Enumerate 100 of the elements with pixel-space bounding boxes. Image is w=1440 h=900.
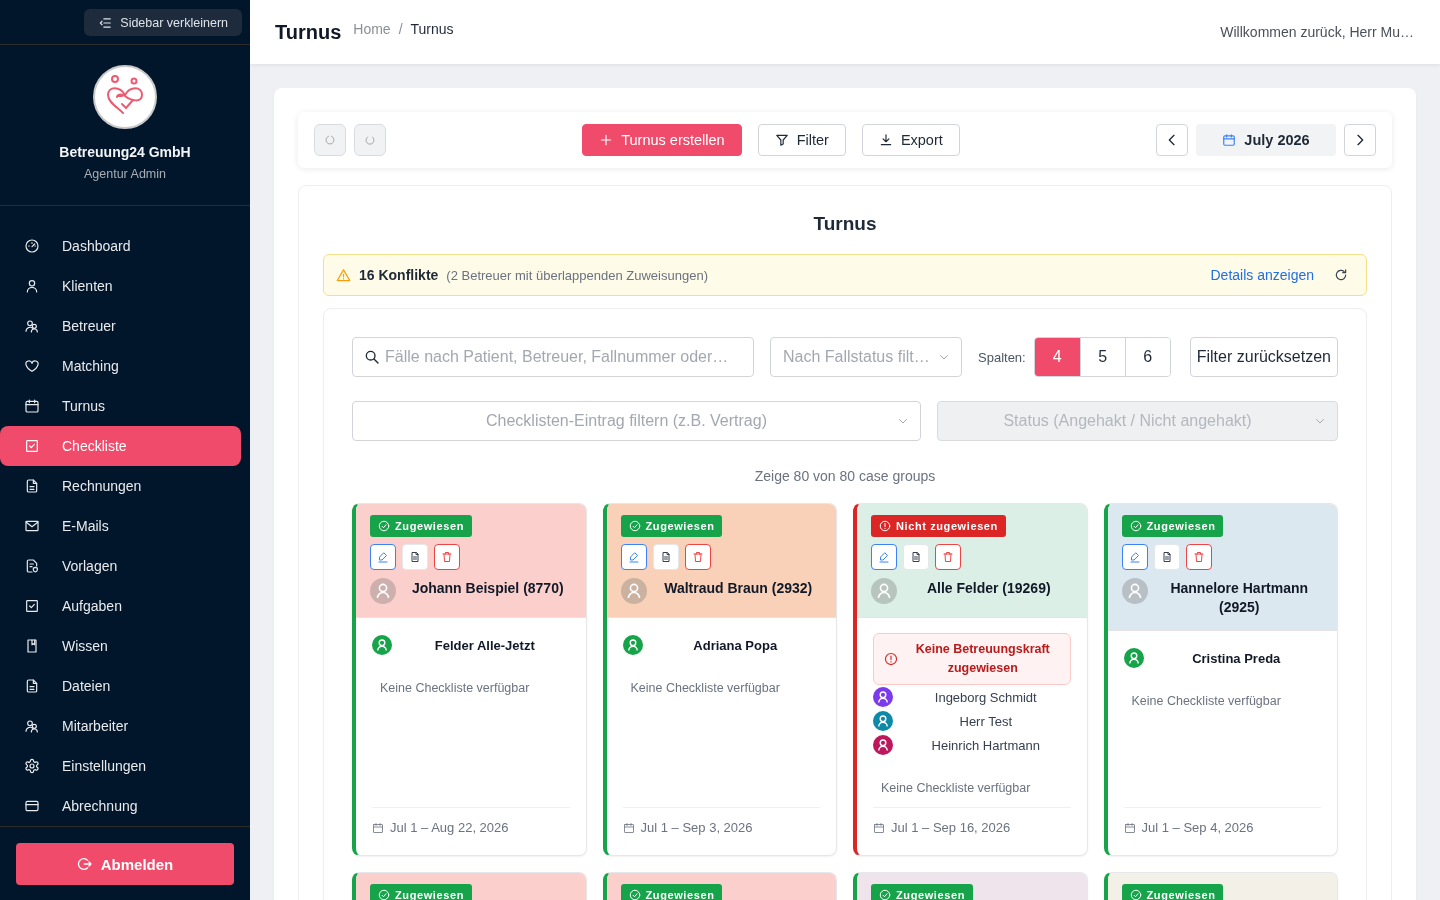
document-button[interactable]	[402, 544, 428, 570]
nav-item[interactable]: Dashboard	[0, 226, 241, 266]
calendar-icon	[24, 398, 40, 414]
checklist-status: Keine Checkliste verfügbar	[1130, 693, 1282, 710]
document-button[interactable]	[1153, 544, 1180, 570]
nav-item[interactable]: Abrechnung	[0, 786, 241, 826]
checklist-entry-select[interactable]: Checklisten-Eintrag filtern (z.B. Vertrag)	[352, 401, 921, 441]
pencil-icon	[377, 551, 389, 563]
status-text: Nicht zugewiesen	[896, 520, 998, 532]
export-button[interactable]: Export	[861, 124, 960, 156]
create-button[interactable]: Turnus erstellen	[582, 124, 742, 156]
calendar-icon	[1123, 822, 1136, 834]
user-role: Agentur Admin	[84, 166, 166, 182]
arc-icon	[324, 134, 336, 146]
pencil-icon	[878, 551, 890, 563]
breadcrumb-current: Turnus	[410, 21, 454, 37]
columns-label: Spalten:	[978, 349, 1026, 365]
nav-item[interactable]: Wissen	[0, 626, 241, 666]
caregiver-name: Herr Test	[958, 713, 1013, 729]
search-field[interactable]: Fälle nach Patient, Betreuer, Fallnummer oder…	[352, 337, 754, 377]
panel-title: Turnus	[812, 212, 878, 236]
document-icon	[24, 678, 40, 694]
welcome-text: Willkommen zurück, Herr Mu…	[1220, 24, 1414, 40]
status-text: Zugewiesen	[1146, 520, 1216, 532]
alert-circle-icon	[884, 652, 898, 666]
pencil-icon	[627, 551, 640, 563]
nav-item[interactable]: Klienten	[0, 266, 241, 306]
patient-name: Johann Beispiel (8770)	[410, 579, 565, 598]
avatar-icon	[370, 578, 396, 604]
conflict-count: 16 Konflikte	[359, 267, 439, 283]
delete-button[interactable]	[935, 544, 961, 570]
heart-icon	[24, 358, 40, 374]
alert-circle-icon	[879, 520, 891, 532]
credit-card-icon	[24, 798, 40, 814]
nav-item[interactable]: Vorlagen	[0, 546, 241, 586]
nav-item[interactable]: Rechnungen	[0, 466, 241, 506]
logout-icon	[76, 856, 93, 872]
edit-button[interactable]	[1121, 544, 1148, 570]
nav-item[interactable]: Mitarbeiter	[0, 706, 241, 746]
nav-item[interactable]: Aufgaben	[0, 586, 241, 626]
mail-icon	[24, 518, 40, 534]
column-option[interactable]: 6	[1124, 338, 1170, 376]
trash-icon	[691, 551, 704, 563]
collapse-icon	[98, 15, 113, 30]
arc-icon	[364, 134, 376, 146]
document-button[interactable]	[903, 544, 929, 570]
document-button[interactable]	[652, 544, 679, 570]
search-icon	[364, 349, 380, 365]
edit-button[interactable]	[871, 544, 897, 570]
check-circle-icon	[628, 520, 641, 532]
delete-button[interactable]	[684, 544, 711, 570]
breadcrumb-separator: /	[398, 21, 403, 37]
organization-name: Betreuung24 GmbH	[59, 143, 191, 161]
date-range: Jul 1 – Sep 16, 2026	[891, 819, 1011, 837]
date-range: Jul 1 – Sep 3, 2026	[640, 819, 753, 837]
case-status-select[interactable]: Nach Fallstatus filt…	[770, 337, 962, 377]
download-icon	[878, 133, 893, 147]
nav-item[interactable]: Matching	[0, 346, 241, 386]
heart-logo	[93, 65, 157, 129]
logout-button[interactable]: Abmelden	[16, 843, 234, 885]
nav-item[interactable]: Checkliste	[0, 426, 241, 466]
document-shield-icon	[24, 558, 40, 574]
document-icon	[1160, 551, 1173, 563]
nav-item[interactable]: Dateien	[0, 666, 241, 706]
book-icon	[24, 638, 40, 654]
warning-icon	[336, 267, 351, 283]
collapse-sidebar-button[interactable]: Sidebar verkleinern	[84, 9, 242, 36]
edit-button[interactable]	[370, 544, 396, 570]
details-link[interactable]: Details anzeigen	[1210, 267, 1314, 283]
pencil-icon	[1128, 551, 1141, 563]
caregiver-name: Cristina Preda	[1191, 650, 1282, 666]
checklist-status: Keine Checkliste verfügbar	[880, 780, 1032, 797]
calendar-icon	[1222, 133, 1237, 147]
patient-name: Hannelore Hartmann (2925)	[1169, 579, 1310, 617]
document-icon	[910, 551, 922, 563]
user-icon	[24, 278, 40, 294]
filter-button[interactable]: Filter	[757, 124, 846, 156]
caregiver-name: Ingeborg Schmidt	[933, 689, 1038, 705]
column-option[interactable]: 4	[1034, 338, 1080, 376]
document-icon	[24, 478, 40, 494]
nav-item[interactable]: E-Mails	[0, 506, 241, 546]
refresh-icon	[1334, 268, 1348, 282]
caregiver-name: Heinrich Hartmann	[930, 737, 1041, 753]
avatar-icon	[871, 578, 897, 604]
delete-button[interactable]	[1185, 544, 1212, 570]
trash-icon	[441, 551, 453, 563]
status-text: Zugewiesen	[395, 520, 464, 532]
filter-icon	[774, 133, 789, 147]
month-picker[interactable]: July 2026	[1196, 124, 1336, 156]
edit-button[interactable]	[620, 544, 647, 570]
plus-icon	[599, 133, 614, 147]
gauge-icon	[24, 238, 40, 254]
trash-icon	[942, 551, 954, 563]
nav-item[interactable]: Turnus	[0, 386, 241, 426]
reset-filters-button[interactable]: Filter zurücksetzen	[1189, 337, 1338, 377]
delete-button[interactable]	[434, 544, 460, 570]
page-title: Turnus	[275, 20, 342, 44]
nav-item[interactable]: Einstellungen	[0, 746, 241, 786]
nav-item[interactable]: Betreuer	[0, 306, 241, 346]
result-count: Zeige 80 von 80 case groups	[753, 467, 937, 486]
